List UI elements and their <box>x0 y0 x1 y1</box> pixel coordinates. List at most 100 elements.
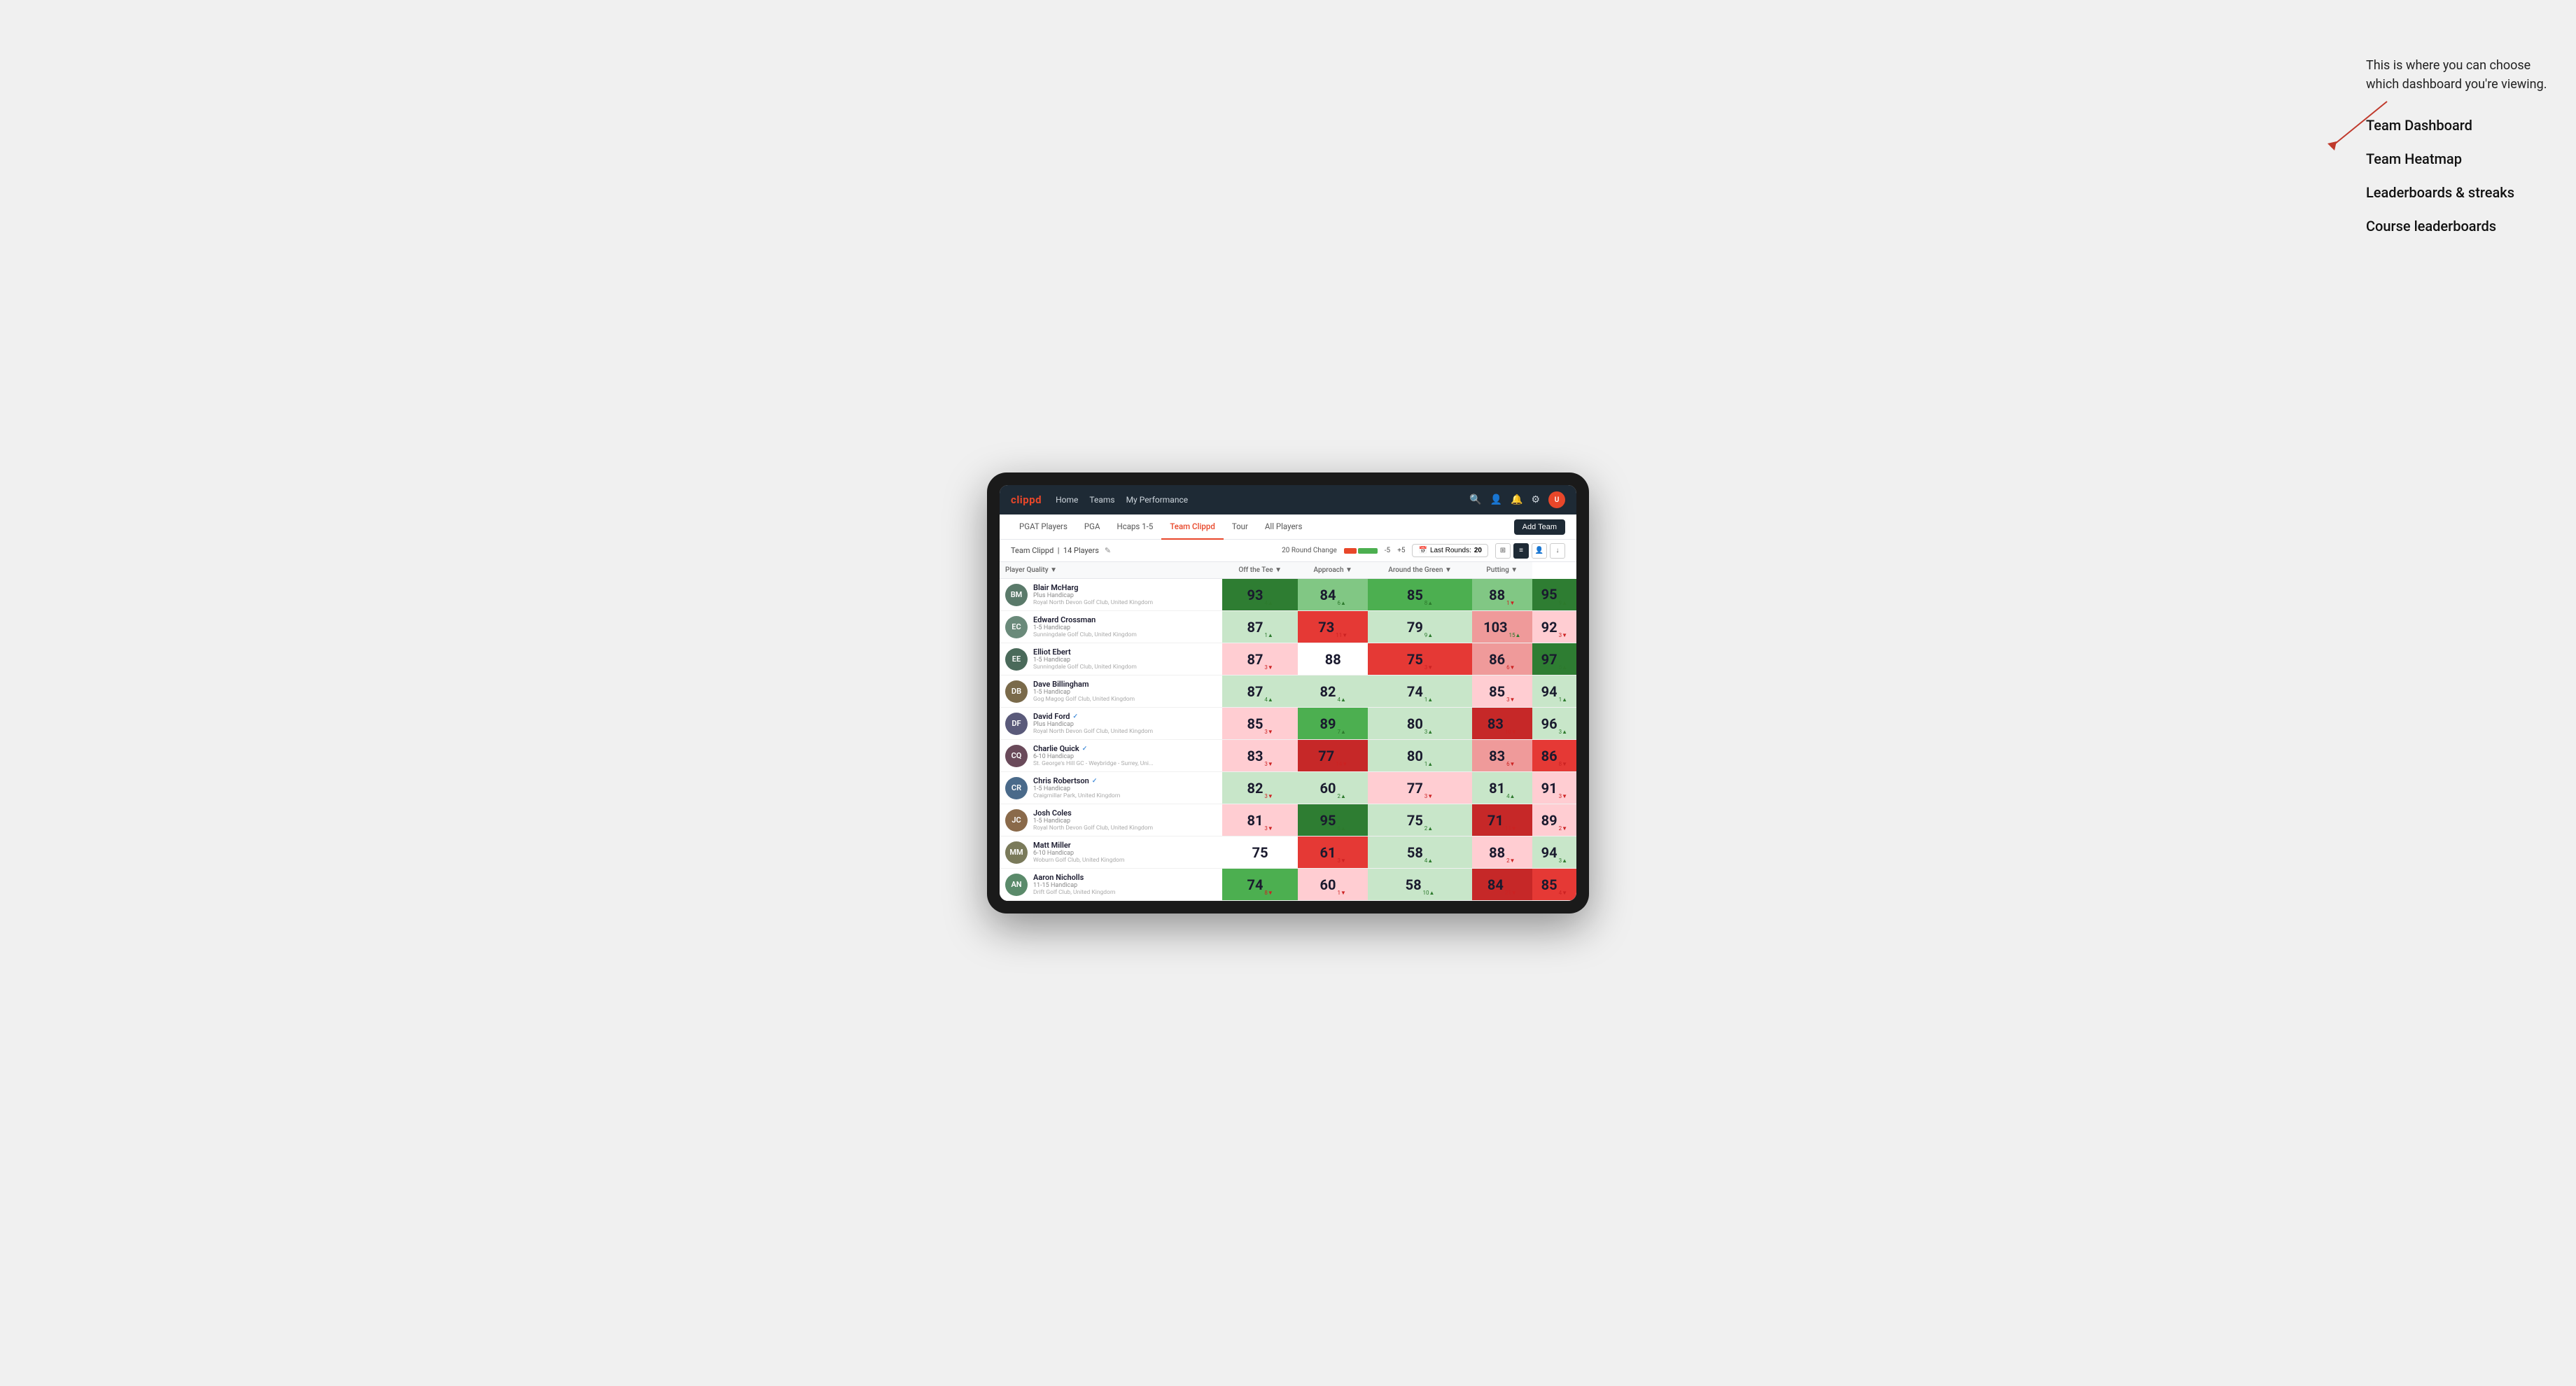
col-header-around-green[interactable]: Around the Green ▼ <box>1368 562 1472 579</box>
score-value: 77 <box>1318 748 1334 764</box>
score-off_tee: 7311▼ <box>1298 611 1368 643</box>
nav-home[interactable]: Home <box>1056 492 1078 507</box>
player-name: Edward Crossman <box>1033 615 1137 624</box>
score-around_green: 814▲ <box>1472 772 1532 804</box>
col-header-approach[interactable]: Approach ▼ <box>1298 562 1368 579</box>
score-putting: 975▲ <box>1532 643 1576 676</box>
player-name: Dave Billingham <box>1033 680 1135 689</box>
annotation-item-2: Team Heatmap <box>2366 148 2562 169</box>
table-row[interactable]: CRChris Robertson✓1-5 HandicapCraigmilla… <box>1000 772 1576 804</box>
player-cell-2[interactable]: EEElliot Ebert1-5 HandicapSunningdale Go… <box>1000 643 1222 676</box>
score-value: 82 <box>1320 683 1336 700</box>
annotation-arrow-svg <box>2324 98 2394 154</box>
score-quality: 873▼ <box>1222 643 1298 676</box>
tab-team-clippd[interactable]: Team Clippd <box>1161 514 1223 540</box>
settings-icon[interactable]: ⚙ <box>1531 494 1540 505</box>
table-row[interactable]: ECEdward Crossman1-5 HandicapSunningdale… <box>1000 611 1576 643</box>
player-avatar: AN <box>1005 874 1028 896</box>
score-approach: 799▲ <box>1368 611 1472 643</box>
table-row[interactable]: DBDave Billingham1-5 HandicapGog Magog G… <box>1000 676 1576 708</box>
last-rounds-button[interactable]: 📅 Last Rounds: 20 <box>1412 544 1488 557</box>
table-row[interactable]: EEElliot Ebert1-5 HandicapSunningdale Go… <box>1000 643 1576 676</box>
table-row[interactable]: JCJosh Coles1-5 HandicapRoyal North Devo… <box>1000 804 1576 836</box>
tab-hcaps[interactable]: Hcaps 1-5 <box>1108 514 1161 540</box>
player-handicap: 6-10 Handicap <box>1033 753 1154 760</box>
edit-icon[interactable]: ✎ <box>1105 546 1111 555</box>
player-club: Gog Magog Golf Club, United Kingdom <box>1033 696 1135 703</box>
score-value: 92 <box>1541 619 1558 636</box>
player-cell-8[interactable]: MMMatt Miller6-10 HandicapWoburn Golf Cl… <box>1000 836 1222 869</box>
score-around_green: 866▼ <box>1472 643 1532 676</box>
player-cell-6[interactable]: CRChris Robertson✓1-5 HandicapCraigmilla… <box>1000 772 1222 804</box>
tab-pga[interactable]: PGA <box>1076 514 1109 540</box>
player-name: Josh Coles <box>1033 808 1153 818</box>
player-cell-3[interactable]: DBDave Billingham1-5 HandicapGog Magog G… <box>1000 676 1222 708</box>
player-name: Charlie Quick✓ <box>1033 744 1154 753</box>
table-row[interactable]: CQCharlie Quick✓6-10 HandicapSt. George'… <box>1000 740 1576 772</box>
score-change: 1▲ <box>1559 696 1567 703</box>
last-rounds-value: 20 <box>1474 547 1482 554</box>
score-off_tee: 846▲ <box>1298 579 1368 611</box>
score-off_tee: 897▲ <box>1298 708 1368 740</box>
score-change: 3▼ <box>1559 793 1567 799</box>
download-button[interactable]: ↓ <box>1550 543 1565 559</box>
score-change: 1▼ <box>1338 890 1346 896</box>
score-putting: 943▲ <box>1532 836 1576 869</box>
player-cell-9[interactable]: ANAaron Nicholls11-15 HandicapDrift Golf… <box>1000 869 1222 901</box>
table-row[interactable]: ANAaron Nicholls11-15 HandicapDrift Golf… <box>1000 869 1576 901</box>
player-club: Craigmillar Park, United Kingdom <box>1033 792 1120 799</box>
score-change: 3▼ <box>1559 632 1567 638</box>
table-row[interactable]: BMBlair McHargPlus HandicapRoyal North D… <box>1000 579 1576 611</box>
score-quality: 833▼ <box>1222 740 1298 772</box>
score-putting: 963▲ <box>1532 708 1576 740</box>
bell-icon[interactable]: 🔔 <box>1511 494 1522 505</box>
score-value: 94 <box>1541 683 1558 700</box>
score-approach: 803▲ <box>1368 708 1472 740</box>
score-value: 75 <box>1252 844 1268 861</box>
annotation-panel: This is where you can choose which dashb… <box>2366 56 2562 249</box>
score-change: 9▲ <box>1424 632 1433 638</box>
tab-all-players[interactable]: All Players <box>1256 514 1310 540</box>
player-avatar: DB <box>1005 680 1028 703</box>
team-header: Team Clippd | 14 Players ✎ 20 Round Chan… <box>1000 540 1576 562</box>
neg-label: -5 <box>1385 547 1390 554</box>
score-change: 7▲ <box>1338 729 1346 735</box>
grid-view-button[interactable]: ⊞ <box>1495 543 1511 559</box>
nav-my-performance[interactable]: My Performance <box>1126 492 1189 507</box>
col-header-putting[interactable]: Putting ▼ <box>1472 562 1532 579</box>
score-value: 88 <box>1489 844 1505 861</box>
score-off_tee: 613▼ <box>1298 836 1368 869</box>
score-off_tee: 958▲ <box>1298 804 1368 836</box>
score-value: 87 <box>1247 651 1263 668</box>
score-off_tee: 602▲ <box>1298 772 1368 804</box>
col-header-off-tee[interactable]: Off the Tee ▼ <box>1222 562 1298 579</box>
player-name: David Ford✓ <box>1033 712 1153 721</box>
table-row[interactable]: DFDavid Ford✓Plus HandicapRoyal North De… <box>1000 708 1576 740</box>
col-header-player[interactable]: Player Quality ▼ <box>1000 562 1222 579</box>
avatar-view-button[interactable]: 👤 <box>1532 543 1547 559</box>
score-approach: 584▲ <box>1368 836 1472 869</box>
score-value: 71 <box>1488 812 1504 829</box>
score-value: 89 <box>1541 812 1558 829</box>
table-row[interactable]: MMMatt Miller6-10 HandicapWoburn Golf Cl… <box>1000 836 1576 869</box>
ipad-screen: clippd Home Teams My Performance 🔍 👤 🔔 ⚙… <box>1000 485 1576 901</box>
score-value: 93 <box>1247 587 1263 603</box>
tab-tour[interactable]: Tour <box>1224 514 1256 540</box>
score-approach: 741▲ <box>1368 676 1472 708</box>
list-view-button[interactable]: ≡ <box>1513 543 1529 559</box>
user-icon[interactable]: 👤 <box>1490 494 1502 505</box>
player-cell-1[interactable]: ECEdward Crossman1-5 HandicapSunningdale… <box>1000 611 1222 643</box>
nav-teams[interactable]: Teams <box>1089 492 1114 507</box>
player-cell-4[interactable]: DFDavid Ford✓Plus HandicapRoyal North De… <box>1000 708 1222 740</box>
user-avatar[interactable]: U <box>1548 491 1565 508</box>
add-team-button[interactable]: Add Team <box>1514 519 1565 535</box>
player-cell-5[interactable]: CQCharlie Quick✓6-10 HandicapSt. George'… <box>1000 740 1222 772</box>
score-change: 3▼ <box>1424 793 1433 799</box>
score-putting: 868▼ <box>1532 740 1576 772</box>
tab-pgat-players[interactable]: PGAT Players <box>1011 514 1076 540</box>
player-cell-7[interactable]: JCJosh Coles1-5 HandicapRoyal North Devo… <box>1000 804 1222 836</box>
player-cell-0[interactable]: BMBlair McHargPlus HandicapRoyal North D… <box>1000 579 1222 611</box>
score-value: 60 <box>1320 780 1336 797</box>
score-change: 2▼ <box>1559 825 1567 832</box>
search-icon[interactable]: 🔍 <box>1469 494 1481 505</box>
